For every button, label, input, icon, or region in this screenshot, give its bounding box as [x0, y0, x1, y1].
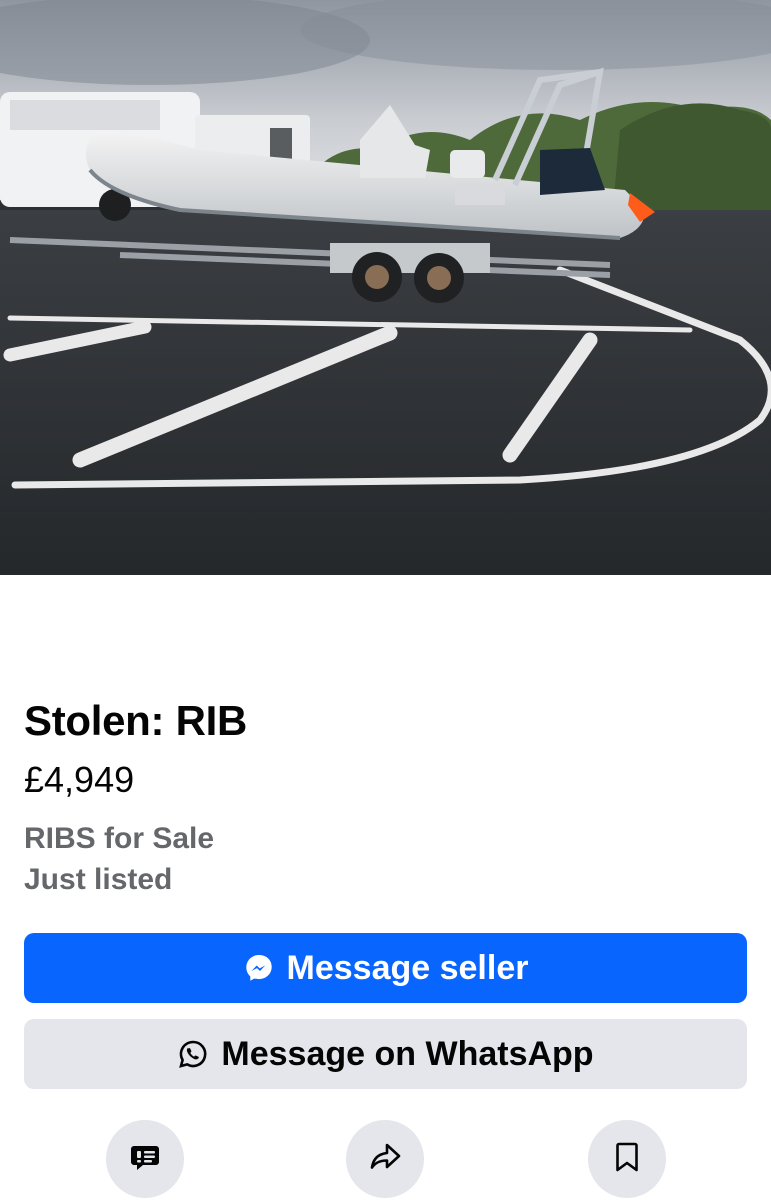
message-whatsapp-button[interactable]: Message on WhatsApp	[24, 1019, 747, 1089]
message-whatsapp-label: Message on WhatsApp	[221, 1034, 594, 1073]
listing-photo[interactable]	[0, 0, 771, 575]
save-button[interactable]	[588, 1120, 666, 1198]
message-alert-icon	[127, 1139, 163, 1180]
listing-price: £4,949	[24, 759, 135, 800]
listing-title: Stolen: RIB	[24, 697, 248, 744]
bookmark-icon	[609, 1139, 645, 1180]
messenger-icon	[243, 952, 275, 984]
share-button[interactable]	[346, 1120, 424, 1198]
message-seller-button[interactable]: Message seller	[24, 933, 747, 1003]
whatsapp-icon	[177, 1038, 209, 1070]
send-offer-button[interactable]	[106, 1120, 184, 1198]
boat-photo-illustration	[0, 0, 771, 575]
message-seller-label: Message seller	[286, 948, 529, 987]
listing-time: Just listed	[24, 863, 173, 896]
listing-actions	[0, 1120, 771, 1200]
share-arrow-icon	[367, 1139, 403, 1180]
listing-category[interactable]: RIBS for Sale	[24, 822, 214, 856]
